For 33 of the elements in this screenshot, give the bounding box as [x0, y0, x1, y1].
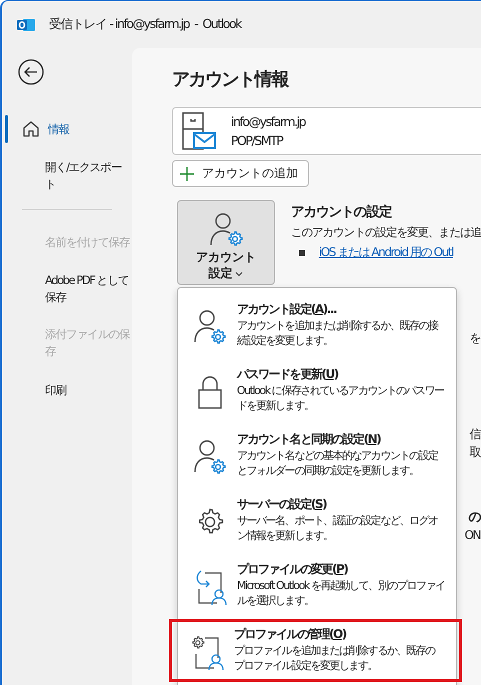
chevron-down-icon [235, 270, 244, 277]
section-title: アカウントの設定 [290, 203, 393, 221]
home-icon [22, 120, 40, 138]
hidden-text: 信 [469, 426, 480, 443]
window-title: 受信トレイ - info@ysfarm.jp - Outlook [49, 16, 241, 33]
app-link[interactable]: iOS または Android 用の Outl [318, 244, 453, 261]
menu-item[interactable]: アカウント名と同期の設定(N) アカウント名などの基本的なアカウントの設定とフォルダーの同期の設定を更新します。 [178, 424, 456, 487]
account-type: POP/SMTP [230, 133, 284, 148]
account-settings-button[interactable]: アカウント設定 [176, 200, 275, 285]
page-title: アカウント情報 [172, 68, 290, 92]
bullet-icon [298, 250, 305, 256]
menu-item[interactable]: サーバーの設定(S) サーバー名、ポート、認証の設定など、ログオン情報を更新します。 [178, 489, 456, 552]
outlook-logo-icon [17, 16, 35, 32]
menu-item[interactable]: プロファイルの管理(O) プロファイルを追加または削除するか、既存のプロファイル設定を変更します。 [168, 619, 462, 682]
sidebar-item[interactable]: Adobe PDF として保存 [2, 262, 132, 316]
person-gear-icon [208, 211, 244, 247]
menu-item[interactable]: アカウント設定(A)... アカウントを追加または削除するか、既存の接続設定を変更します。 [178, 294, 456, 357]
add-account-button[interactable]: アカウントの追加 [172, 160, 309, 187]
menu-item[interactable]: パスワードを更新(U) Outlook に保存されているアカウントのパスワードを更新します。 [178, 359, 456, 422]
sidebar-item[interactable]: 開く/エクスポート [2, 149, 132, 203]
hidden-text: を [469, 330, 480, 347]
hidden-text: ON [464, 528, 480, 542]
account-card[interactable]: info@ysfarm.jp POP/SMTP [172, 107, 481, 155]
sidebar-item[interactable]: 印刷 [2, 370, 132, 410]
section-description: このアカウントの設定を変更、または追 [290, 225, 481, 240]
back-icon[interactable] [18, 59, 44, 85]
menu-item[interactable]: プロファイルの変更(P) Microsoft Outlook を再起動して、別のプロファイルを選択します。 [178, 554, 456, 617]
mailbox-icon [180, 111, 217, 151]
hidden-text: の [468, 509, 480, 526]
hidden-text: 取 [469, 444, 480, 461]
plus-icon [180, 166, 194, 180]
account-email: info@ysfarm.jp [230, 114, 306, 129]
sidebar-item[interactable]: 情報 [2, 109, 132, 149]
